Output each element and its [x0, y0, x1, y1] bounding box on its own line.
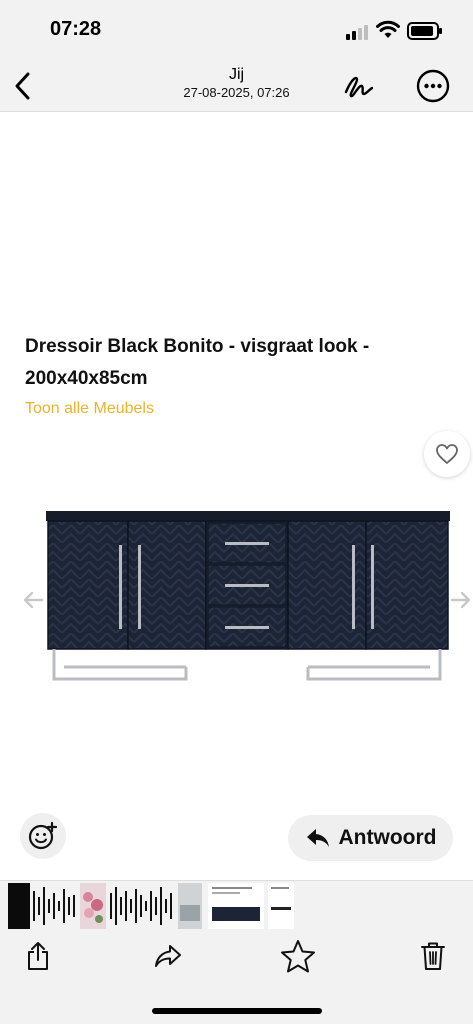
add-reaction-button[interactable]	[20, 813, 66, 859]
trash-icon	[421, 942, 445, 970]
thumbnail-document[interactable]	[268, 883, 294, 929]
forward-icon	[155, 945, 181, 967]
reply-button[interactable]: Antwoord	[288, 815, 453, 861]
status-time: 07:28	[50, 18, 102, 40]
signal-icon	[346, 24, 370, 40]
sideboard-image	[46, 511, 450, 681]
more-button[interactable]	[415, 66, 451, 106]
back-button[interactable]	[8, 66, 36, 106]
favorite-button[interactable]	[424, 431, 470, 477]
status-bar: 07:28	[0, 0, 473, 62]
share-icon	[28, 942, 48, 970]
star-icon	[281, 940, 315, 973]
heart-icon	[436, 444, 458, 464]
battery-icon	[407, 22, 442, 40]
star-button[interactable]	[278, 936, 318, 976]
product-title: Dressoir Black Bonito - visgraat look - …	[25, 336, 370, 389]
thumbnail-flowers[interactable]	[80, 883, 106, 929]
markup-button[interactable]	[340, 66, 378, 106]
thumbnail-audio-1[interactable]	[8, 883, 78, 929]
message-image-content[interactable]: Dressoir Black Bonito - visgraat look - …	[0, 113, 473, 880]
nav-title: Jij	[228, 66, 245, 83]
wifi-icon	[376, 20, 400, 38]
nav-timestamp: 27-08-2025, 07:26	[183, 85, 290, 100]
thumbnail-photo[interactable]	[178, 883, 202, 929]
show-all-furniture-link[interactable]: Toon alle Meubels	[25, 400, 154, 418]
thumbnail-current[interactable]	[208, 883, 264, 929]
thumbnail-strip[interactable]	[0, 880, 473, 930]
chevron-left-icon	[15, 72, 30, 100]
reply-arrow-icon	[306, 829, 329, 847]
nav-bar: Jij 27-08-2025, 07:26	[0, 62, 473, 112]
emoji-add-icon	[28, 821, 58, 850]
markup-pen-icon	[344, 76, 374, 98]
bottom-toolbar	[0, 930, 473, 1024]
more-icon	[416, 69, 450, 103]
thumbnail-audio-2[interactable]	[108, 883, 176, 929]
arrow-left-icon[interactable]	[22, 591, 44, 609]
forward-button[interactable]	[148, 936, 188, 976]
nav-title-block: Jij 27-08-2025, 07:26	[140, 66, 333, 100]
home-indicator	[152, 1008, 322, 1014]
delete-button[interactable]	[413, 936, 453, 976]
reply-label: Antwoord	[338, 826, 437, 849]
share-button[interactable]	[18, 936, 58, 976]
